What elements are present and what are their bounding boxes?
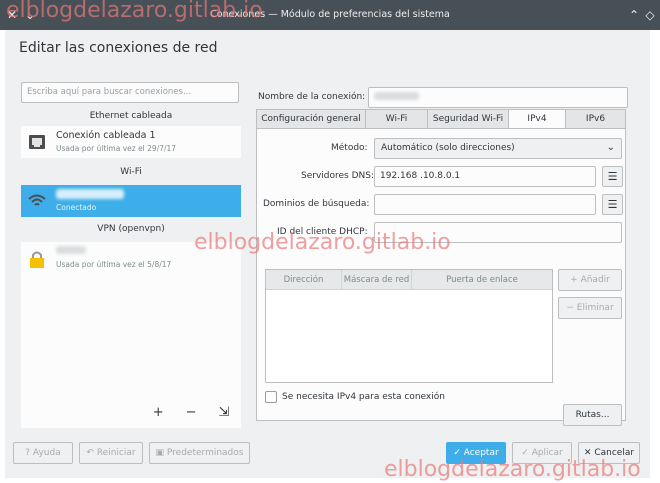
list-actions: + − ⇲ (135, 406, 231, 420)
addresses-table: Dirección Máscara de red Puerta de enlac… (265, 269, 553, 383)
tab-wifi[interactable]: Wi-Fi (365, 109, 428, 129)
connection-editor: Nombre de la conexión: Configuración gen… (256, 82, 630, 428)
help-button[interactable]: ? Ayuda (13, 442, 73, 464)
dns-field[interactable]: 192.168 .10.8.0.1 (374, 166, 596, 187)
ipv4-tab-panel: Método: Automático (solo direcciones) ⌄ … (256, 128, 626, 426)
lock-icon (30, 251, 44, 268)
tab-ipv6[interactable]: IPv6 (565, 109, 626, 129)
tab-ipv4[interactable]: IPv4 (508, 109, 566, 129)
reset-button[interactable]: ↶ Reiniciar (79, 442, 143, 464)
chevron-down-icon: ⌄ (606, 142, 615, 153)
close-icon: ✕ (583, 448, 592, 458)
method-select[interactable]: Automático (solo direcciones) ⌄ (374, 138, 622, 159)
list-item-vpn[interactable]: Usada por última vez el 5/8/17 (21, 242, 241, 274)
table-header: Dirección Máscara de red Puerta de enlac… (266, 270, 552, 290)
ok-button[interactable]: ✓ Aceptar (446, 442, 506, 464)
require-ipv4-checkbox[interactable] (265, 391, 277, 403)
settings-window: Editar las conexiones de red Escriba aqu… (5, 30, 650, 478)
dhcp-client-label: ID del cliente DHCP: (277, 227, 368, 237)
ethernet-icon (29, 135, 45, 149)
group-header-ethernet: Ethernet cableada (89, 111, 173, 121)
connection-status: Conectado (56, 203, 97, 212)
tab-bar: Configuración general Wi-Fi Seguridad Wi… (256, 109, 626, 129)
require-ipv4-label: Se necesita IPv4 para esta conexión (282, 392, 445, 402)
dns-label: Servidores DNS: (301, 171, 374, 181)
connection-last-used: Usada por última vez el 29/7/17 (56, 144, 177, 153)
cancel-button[interactable]: ✕ Cancelar (578, 442, 640, 464)
dhcp-client-field[interactable] (374, 222, 622, 243)
defaults-button[interactable]: ▣ Predeterminados (149, 442, 250, 464)
column-header-gateway[interactable]: Puerta de enlace (412, 270, 552, 290)
list-item-wifi[interactable]: Conectado (21, 185, 241, 217)
connection-name-redacted (56, 189, 124, 202)
column-header-netmask[interactable]: Máscara de red (342, 270, 412, 290)
add-address-button[interactable]: + Añadir (558, 269, 622, 291)
help-icon: ? (25, 448, 31, 458)
remove-address-button[interactable]: − Eliminar (558, 297, 622, 319)
add-icon[interactable]: + (151, 406, 165, 420)
connection-name-redacted (56, 246, 86, 257)
tab-wifi-security[interactable]: Seguridad Wi-Fi (427, 109, 509, 129)
check-icon: ✓ (453, 448, 461, 458)
check-icon: ✓ (521, 448, 529, 458)
undo-icon: ↶ (86, 448, 94, 458)
list-icon: ☰ (607, 170, 618, 183)
conn-name-label: Nombre de la conexión: (258, 92, 366, 102)
routes-button[interactable]: Rutas... (563, 404, 622, 426)
title-bar: ✕ ⌄ Conexiones — Módulo de preferencias … (0, 0, 660, 30)
connection-name: Conexión cableada 1 (56, 130, 156, 141)
defaults-icon: ▣ (155, 448, 165, 458)
method-value: Automático (solo direcciones) (381, 143, 515, 153)
group-header-vpn: VPN (openvpn) (97, 224, 165, 234)
search-input[interactable]: Escriba aquí para buscar conexiones... (21, 82, 239, 103)
maximize-icon[interactable]: ◇ (642, 7, 658, 23)
apply-button[interactable]: ✓ Aplicar (512, 442, 572, 464)
minimize-icon[interactable]: ⌃ (626, 7, 642, 23)
method-label: Método: (331, 143, 368, 153)
search-domains-field[interactable] (374, 194, 596, 215)
vpn-list-area: Usada por última vez el 5/8/17 + − ⇲ (21, 242, 241, 428)
connection-name-field[interactable] (368, 87, 628, 108)
page-title: Editar las conexiones de red (19, 40, 218, 56)
window-title: Conexiones — Módulo de preferencias del … (210, 9, 450, 20)
group-header-wifi: Wi-Fi (120, 167, 142, 177)
wifi-icon (28, 194, 46, 206)
remove-icon: − (566, 303, 574, 313)
dns-list-button[interactable]: ☰ (602, 166, 623, 187)
tab-general[interactable]: Configuración general (256, 109, 366, 129)
search-domains-list-button[interactable]: ☰ (602, 194, 623, 215)
add-icon: + (570, 275, 578, 285)
connection-last-used: Usada por última vez el 5/8/17 (56, 260, 172, 269)
list-icon: ☰ (607, 198, 618, 211)
column-header-address[interactable]: Dirección (266, 270, 342, 290)
remove-icon[interactable]: − (184, 406, 198, 420)
search-domains-label: Dominios de búsqueda: (263, 199, 370, 209)
export-icon[interactable]: ⇲ (217, 406, 231, 420)
connections-list-panel: Escriba aquí para buscar conexiones... E… (21, 82, 241, 428)
list-item-ethernet[interactable]: Conexión cableada 1 Usada por última vez… (21, 126, 241, 158)
